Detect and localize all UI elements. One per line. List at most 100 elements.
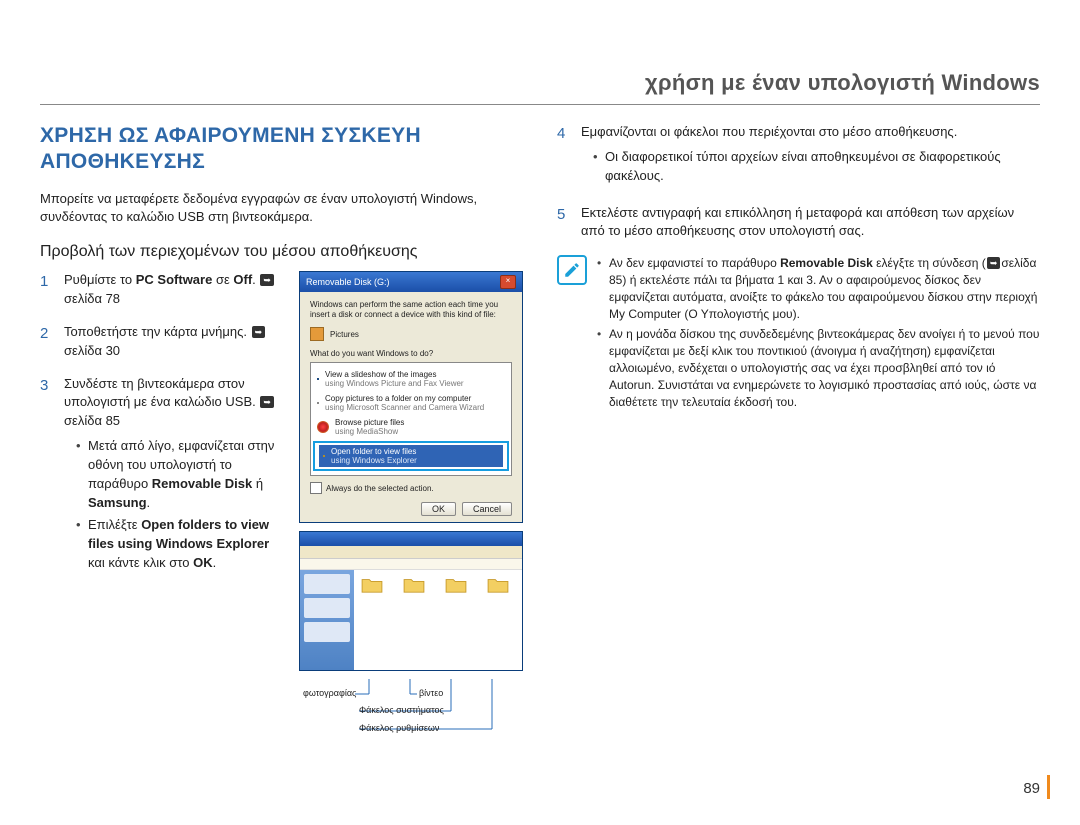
step-number: 1 bbox=[40, 271, 54, 309]
folder-video[interactable] bbox=[402, 576, 426, 594]
folder-icon bbox=[403, 576, 425, 594]
arrow-icon: ➥ bbox=[260, 274, 274, 286]
folder-icon bbox=[487, 576, 509, 594]
text: ) ή εκτελέστε πάλι τα βήματα 1 και 3. Αν… bbox=[609, 273, 1037, 321]
note-text: Αν δεν εμφανιστεί το παράθυρο Removable … bbox=[597, 255, 1040, 414]
sub-bullet: Μετά από λίγο, εμφανίζεται στην οθόνη το… bbox=[76, 437, 283, 512]
line1: Browse picture files bbox=[335, 418, 404, 427]
sub-bullets: Οι διαφορετικοί τύποι αρχείων είναι αποθ… bbox=[581, 148, 1040, 186]
slideshow-icon bbox=[317, 378, 319, 380]
always-label: Always do the selected action. bbox=[326, 484, 434, 493]
callout-photo: φωτογραφίας bbox=[303, 688, 356, 698]
sub-bullets: Μετά από λίγο, εμφανίζεται στην οθόνη το… bbox=[64, 437, 283, 573]
bold: Removable Disk bbox=[780, 256, 873, 270]
text: . bbox=[147, 495, 151, 510]
folder-icon bbox=[361, 576, 383, 594]
page: χρήση με έναν υπολογιστή Windows ΧΡΗΣΗ Ω… bbox=[0, 0, 1080, 825]
step-1: 1 Ρυθμίστε το PC Software σε Off. ➥σελίδ… bbox=[40, 271, 283, 309]
text: Εμφανίζονται οι φάκελοι που περιέχονται … bbox=[581, 124, 957, 139]
mediashow-icon bbox=[317, 421, 329, 433]
text: . bbox=[252, 272, 259, 287]
step-number: 4 bbox=[557, 123, 571, 190]
page-header: χρήση με έναν υπολογιστή Windows bbox=[40, 40, 1040, 104]
step-number: 2 bbox=[40, 323, 54, 361]
right-column: 4 Εμφανίζονται οι φάκελοι που περιέχοντα… bbox=[557, 123, 1040, 749]
line1: Open folder to view files bbox=[331, 447, 416, 456]
ok-button[interactable]: OK bbox=[421, 502, 456, 516]
step-body: Τοποθετήστε την κάρτα μνήμης. ➥ σελίδα 30 bbox=[64, 323, 283, 361]
text: Συνδέστε τη βιντεοκάμερα στον υπολογιστή… bbox=[64, 376, 259, 410]
text: ελέγξτε τη σύνδεση ( bbox=[873, 256, 986, 270]
text: σε bbox=[212, 272, 233, 287]
checkbox-icon[interactable] bbox=[310, 482, 322, 494]
folder-icon bbox=[323, 455, 325, 457]
callout-settings: Φάκελος ρυθμίσεων bbox=[359, 723, 439, 733]
sub-bullet: Επιλέξτε Open folders to view files usin… bbox=[76, 516, 283, 573]
callout-system: Φάκελος συστήματος bbox=[359, 705, 444, 715]
step-2: 2 Τοποθετήστε την κάρτα μνήμης. ➥ σελίδα … bbox=[40, 323, 283, 361]
note-bullet-2: Αν η μονάδα δίσκου της συνδεδεμένης βιντ… bbox=[597, 326, 1040, 410]
text: Ρυθμίστε το bbox=[64, 272, 136, 287]
text: Τοποθετήστε την κάρτα μνήμης. bbox=[64, 324, 251, 339]
header-rule bbox=[40, 104, 1040, 105]
folder-settings[interactable] bbox=[486, 576, 510, 594]
bold: Removable Disk bbox=[152, 476, 252, 491]
step-number: 5 bbox=[557, 204, 571, 242]
option-open-folder-highlight: Open folder to view files using Windows … bbox=[313, 441, 509, 471]
explorer-titlebar bbox=[300, 532, 522, 546]
option-slideshow[interactable]: View a slideshow of the images using Win… bbox=[317, 367, 505, 391]
line2: using Windows Explorer bbox=[331, 456, 417, 465]
step-body: Συνδέστε τη βιντεοκάμερα στον υπολογιστή… bbox=[64, 375, 283, 577]
explorer-window bbox=[299, 531, 523, 671]
step-list: 1 Ρυθμίστε το PC Software σε Off. ➥σελίδ… bbox=[40, 271, 283, 591]
arrow-icon: ➥ bbox=[252, 326, 266, 338]
folder-system[interactable] bbox=[444, 576, 468, 594]
page-ref: σελίδα 85 bbox=[64, 413, 120, 428]
section-title: ΧΡΗΣΗ ΩΣ ΑΦΑΙΡΟΥΜΕΝΗ ΣΥΣΚΕΥΗ ΑΠΟΘΗΚΕΥΣΗΣ bbox=[40, 123, 523, 176]
pictures-label: Pictures bbox=[330, 330, 359, 339]
explorer-body bbox=[300, 570, 522, 670]
text: . bbox=[213, 555, 217, 570]
step-body: Ρυθμίστε το PC Software σε Off. ➥σελίδα … bbox=[64, 271, 283, 309]
intro-text: Μπορείτε να μεταφέρετε δεδομένα εγγραφών… bbox=[40, 190, 523, 228]
page-ref: σελίδα 30 bbox=[64, 343, 120, 358]
option-browse-pictures[interactable]: Browse picture files using MediaShow bbox=[317, 415, 505, 439]
text: ή bbox=[252, 476, 263, 491]
dialog-prompt: What do you want Windows to do? bbox=[310, 349, 512, 358]
columns: ΧΡΗΣΗ ΩΣ ΑΦΑΙΡΟΥΜΕΝΗ ΣΥΣΚΕΥΗ ΑΠΟΘΗΚΕΥΣΗΣ… bbox=[40, 123, 1040, 749]
opt-text: Browse picture files using MediaShow bbox=[335, 418, 404, 436]
folder-photo[interactable] bbox=[360, 576, 384, 594]
pictures-header: Pictures bbox=[310, 325, 512, 343]
options-listbox[interactable]: View a slideshow of the images using Win… bbox=[310, 362, 512, 476]
page-number: 89 bbox=[1023, 780, 1040, 797]
sub-bullet: Οι διαφορετικοί τύποι αρχείων είναι αποθ… bbox=[593, 148, 1040, 186]
steps-row: 1 Ρυθμίστε το PC Software σε Off. ➥σελίδ… bbox=[40, 271, 523, 749]
arrow-icon: ➥ bbox=[987, 257, 1001, 269]
step-body: Εμφανίζονται οι φάκελοι που περιέχονται … bbox=[581, 123, 1040, 190]
callouts: φωτογραφίας βίντεο Φάκελος συστήματος Φά… bbox=[299, 679, 523, 749]
cancel-button[interactable]: Cancel bbox=[462, 502, 512, 516]
always-checkbox-row[interactable]: Always do the selected action. bbox=[310, 482, 512, 494]
bold: OK bbox=[193, 555, 213, 570]
callout-video: βίντεο bbox=[419, 688, 443, 698]
dialog-intro: Windows can perform the same action each… bbox=[310, 300, 512, 319]
sidebar-panel bbox=[304, 598, 350, 618]
scanner-icon bbox=[317, 402, 319, 404]
pictures-icon bbox=[310, 327, 324, 341]
line1: Copy pictures to a folder on my computer bbox=[325, 394, 471, 403]
close-icon[interactable]: × bbox=[500, 275, 516, 289]
step-3: 3 Συνδέστε τη βιντεοκάμερα στον υπολογισ… bbox=[40, 375, 283, 577]
line2: using Windows Picture and Fax Viewer bbox=[325, 379, 464, 388]
sidebar-panel bbox=[304, 574, 350, 594]
dialog-buttons: OK Cancel bbox=[310, 502, 512, 516]
text: Αν δεν εμφανιστεί το παράθυρο bbox=[609, 256, 780, 270]
opt-text: Copy pictures to a folder on my computer… bbox=[325, 394, 484, 412]
option-open-folder[interactable]: Open folder to view files using Windows … bbox=[319, 445, 503, 467]
step-5: 5 Εκτελέστε αντιγραφή και επικόλληση ή μ… bbox=[557, 204, 1040, 242]
page-ref: σελίδα 78 bbox=[64, 291, 120, 306]
dialog-title-text: Removable Disk (G:) bbox=[306, 277, 390, 287]
dialog-body: Windows can perform the same action each… bbox=[300, 292, 522, 522]
explorer-files bbox=[354, 570, 522, 670]
option-copy-pictures[interactable]: Copy pictures to a folder on my computer… bbox=[317, 391, 505, 415]
opt-text: Open folder to view files using Windows … bbox=[331, 447, 417, 465]
